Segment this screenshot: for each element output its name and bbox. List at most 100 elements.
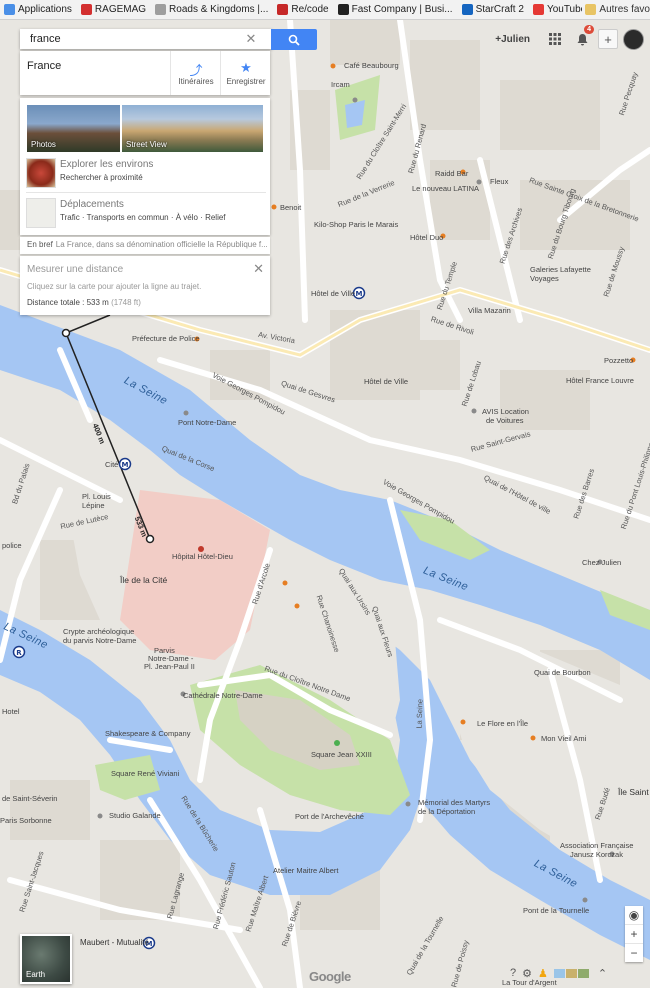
- search-button[interactable]: [271, 29, 317, 50]
- close-icon[interactable]: ✕: [253, 261, 264, 277]
- apps-grid-icon[interactable]: [544, 28, 566, 50]
- user-profile-link[interactable]: +Julien: [495, 34, 530, 45]
- other-bookmarks-label: Autres favo: [599, 4, 650, 15]
- label-hotel-france-louvre: Hôtel France Louvre: [566, 376, 634, 385]
- label-le-flore: Le Flore en l'Île: [477, 719, 529, 728]
- earth-label: Earth: [26, 970, 46, 979]
- clear-search-icon[interactable]: ✕: [242, 31, 260, 47]
- bottom-toolbar: ? ⚙ ♟ ⌃: [510, 963, 648, 983]
- google-logo: Google: [309, 969, 351, 984]
- label-kilo-shop: Kilo-Shop Paris le Marais: [314, 220, 399, 229]
- help-icon[interactable]: ?: [510, 967, 516, 979]
- travel-title: Déplacements: [60, 199, 124, 210]
- street-view-thumbnail[interactable]: Street View: [122, 105, 263, 152]
- avatar[interactable]: [623, 28, 644, 50]
- label-crypte: Crypte archéologique: [63, 627, 135, 636]
- measure-distance-card: Mesurer une distance ✕ Cliquez sur la ca…: [20, 256, 270, 315]
- street-view-label: Street View: [126, 140, 167, 149]
- bookmark-item[interactable]: RAGEMAG: [77, 0, 151, 19]
- label-police: police: [2, 541, 22, 550]
- bookmark-favicon-icon: [461, 4, 473, 15]
- bookmark-item[interactable]: Re/code: [273, 0, 333, 19]
- directions-button[interactable]: ⤴ Itinéraires: [170, 51, 221, 95]
- bookmark-label: YouTube: [546, 4, 587, 15]
- place-title: France: [27, 60, 62, 72]
- measure-total-value: 533 m: [86, 298, 109, 307]
- brief-label: En bref: [27, 240, 53, 249]
- zoom-in-button[interactable]: +: [625, 925, 643, 944]
- save-button[interactable]: ★ Enregistrer: [220, 51, 271, 95]
- bookmark-label: RAGEMAG: [94, 4, 147, 15]
- label-paris-sorbonne: Paris Sorbonne: [0, 816, 52, 825]
- label-cite: Cité: [105, 460, 119, 469]
- layer-thumb-3[interactable]: [577, 968, 589, 978]
- label-asso-2: Janusz Korczak: [570, 850, 623, 859]
- gear-icon[interactable]: ⚙: [522, 967, 532, 980]
- save-label: Enregistrer: [226, 77, 266, 86]
- plus-icon[interactable]: +: [598, 29, 618, 49]
- label-square-jean: Square Jean XXIII: [311, 750, 372, 759]
- label-memorial: Mémorial des Martyrs: [418, 798, 491, 807]
- label-hotel-de-ville: Hôtel de Ville: [364, 377, 409, 386]
- label-hotel-de-ville-metro: Hôtel de Ville: [311, 289, 356, 298]
- label-cafe-beaubourg: Café Beaubourg: [344, 61, 399, 70]
- layer-thumb-1[interactable]: [553, 968, 565, 978]
- expand-icon[interactable]: ⌃: [598, 967, 607, 980]
- label-hotel-duo: Hôtel Duo: [410, 233, 444, 242]
- layer-thumb-2[interactable]: [565, 968, 577, 978]
- bookmark-label: Re/code: [291, 4, 329, 15]
- label-fleux: Fleux: [490, 177, 509, 186]
- bookmark-item[interactable]: Applications: [0, 0, 77, 19]
- seine-label-vertical: La Seine: [414, 698, 425, 729]
- label-cathedrale: Cathédrale Notre-Dame: [183, 691, 263, 700]
- directions-label: Itinéraires: [178, 77, 214, 86]
- notification-count-badge: 4: [584, 25, 594, 34]
- explore-nearby-row[interactable]: Explorer les environs Rechercher à proxi…: [26, 156, 266, 188]
- label-ile-de-la-cite: Île de la Cité: [120, 575, 168, 585]
- label-galeries: Galeries Lafayette: [530, 265, 591, 274]
- search-input[interactable]: [28, 32, 242, 46]
- label-pozzetto: Pozzetto: [604, 356, 634, 365]
- explore-title: Explorer les environs: [60, 159, 154, 170]
- bookmark-item[interactable]: StarCraft 2: [458, 0, 529, 19]
- bookmark-favicon-icon: [337, 4, 349, 15]
- bookmark-label: Applications: [18, 4, 72, 15]
- bookmark-favicon-icon: [155, 4, 167, 15]
- bookmark-label: StarCraft 2: [475, 4, 524, 15]
- info-card: Photos Street View Explorer les environs…: [20, 98, 270, 235]
- bookmark-item[interactable]: Fast Company | Busi...: [334, 0, 458, 19]
- notifications-bell-icon[interactable]: 4: [571, 25, 594, 50]
- travel-subtitle: Trafic · Transports en commun · À vélo ·…: [60, 213, 226, 222]
- svg-text:M: M: [356, 290, 363, 298]
- travel-row[interactable]: Déplacements Trafic · Transports en comm…: [26, 196, 266, 228]
- brief-text: La France, dans sa dénomination officiel…: [55, 240, 268, 249]
- other-bookmarks-folder[interactable]: Autres favo: [582, 0, 650, 19]
- measure-title: Mesurer une distance: [27, 264, 124, 275]
- google-account-bar: +Julien 4 +: [495, 25, 650, 50]
- zoom-out-button[interactable]: −: [625, 944, 643, 962]
- label-quai-bourbon: Quai de Bourbon: [534, 668, 591, 677]
- label-pont-tournelle: Pont de la Tournelle: [523, 906, 590, 915]
- label-parvis-3: Pl. Jean-Paul II: [144, 662, 195, 671]
- earth-view-toggle[interactable]: Earth: [20, 934, 72, 984]
- label-prefecture: Préfecture de Police: [132, 334, 200, 343]
- label-avis: AVIS Location: [482, 407, 529, 416]
- brief-summary[interactable]: En bref La France, dans sa dénomination o…: [20, 237, 270, 254]
- bookmark-favicon-icon: [80, 4, 92, 15]
- my-location-icon[interactable]: ◉: [625, 906, 643, 925]
- label-galeries-2: Voyages: [530, 274, 559, 283]
- label-pl-lepine: Pl. Louis: [82, 492, 111, 501]
- divider: [26, 192, 266, 193]
- folder-icon: [585, 4, 597, 15]
- label-port-archeveche: Port de l'Archevêché: [295, 812, 364, 821]
- bookmark-item[interactable]: Roads & Kingdoms |...: [151, 0, 273, 19]
- label-severin: de Saint-Séverin: [2, 794, 58, 803]
- label-square-viviani: Square René Viviani: [111, 769, 180, 778]
- photos-thumbnail[interactable]: Photos: [27, 105, 120, 152]
- measure-total-label: Distance totale :: [27, 298, 85, 307]
- directions-icon: ⤴: [189, 63, 203, 78]
- measure-hint: Cliquez sur la carte pour ajouter la lig…: [27, 282, 202, 291]
- bookmark-label: Fast Company | Busi...: [351, 4, 453, 15]
- zoom-controls: ◉ + −: [625, 906, 643, 962]
- pegman-icon[interactable]: ♟: [538, 967, 548, 980]
